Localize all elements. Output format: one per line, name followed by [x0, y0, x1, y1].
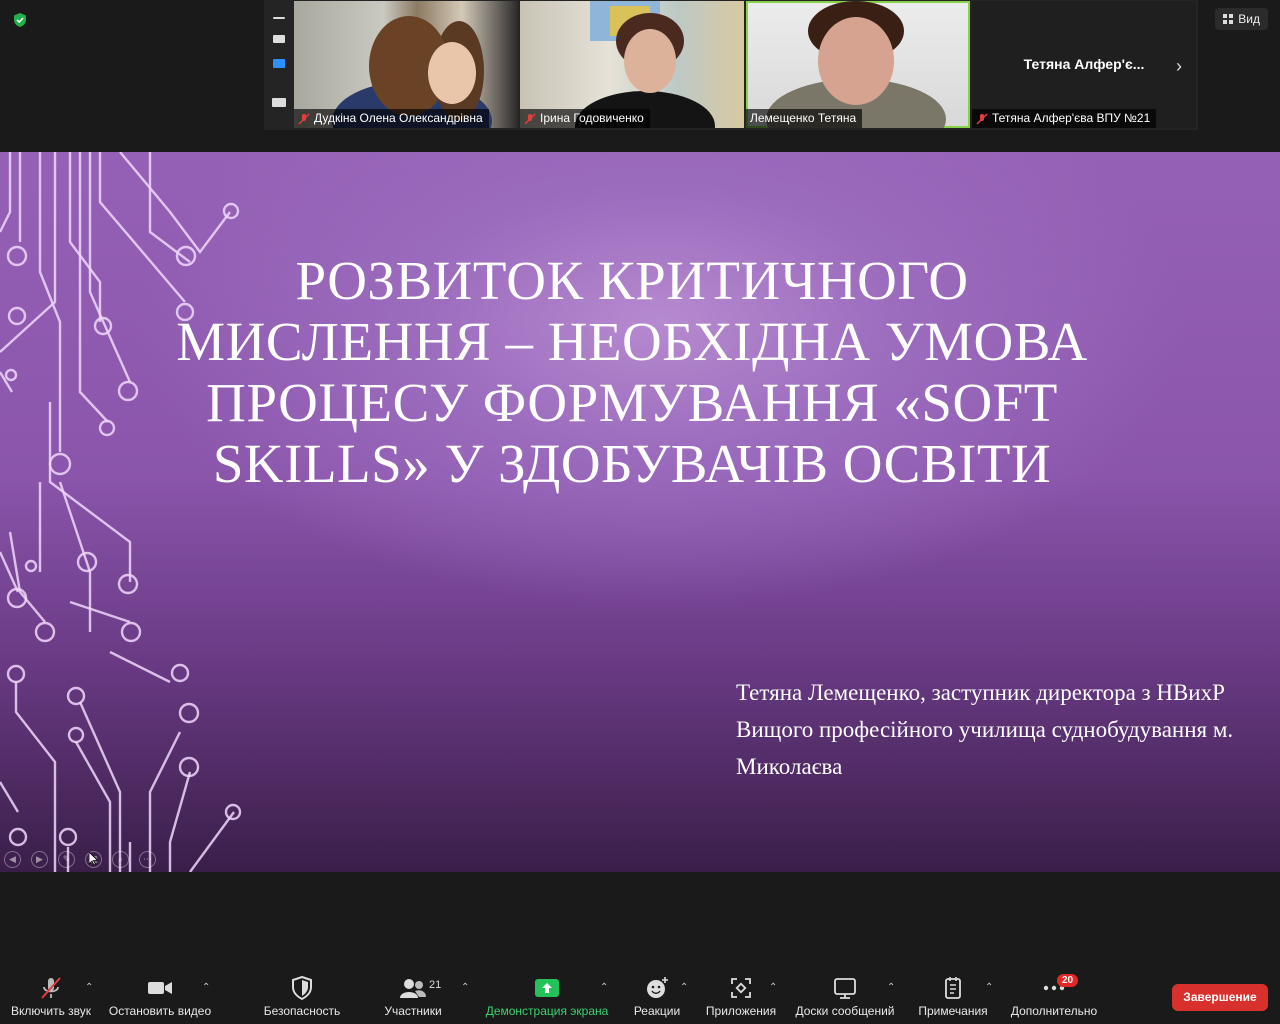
- mic-muted-icon: [41, 977, 61, 999]
- whiteboards-button[interactable]: Доски сообщений: [792, 968, 898, 1024]
- mic-muted-icon: [298, 112, 310, 125]
- mic-muted-icon: [976, 112, 988, 125]
- participant-name: Дудкіна Олена Олександрівна: [294, 109, 489, 128]
- strip-layout-icon[interactable]: [273, 59, 285, 68]
- slide-controls: ◀ ▶ ✎ ▦ ⌕ ⋯: [4, 851, 156, 868]
- participants-count: 21: [429, 979, 442, 991]
- participants-button[interactable]: Участники: [376, 968, 450, 1024]
- apps-button[interactable]: Приложения: [700, 968, 782, 1024]
- next-slide-icon[interactable]: ▶: [31, 851, 48, 868]
- mic-muted-icon: [524, 112, 536, 125]
- reactions-button[interactable]: Реакции: [628, 968, 686, 1024]
- share-options-caret[interactable]: ⌃: [600, 982, 608, 993]
- share-screen-button[interactable]: Демонстрация экрана: [482, 968, 612, 1024]
- video-tile-active-speaker[interactable]: Лемещенко Тетяна: [746, 1, 970, 128]
- whiteboards-options-caret[interactable]: ⌃: [887, 982, 895, 993]
- shield-icon: [292, 976, 312, 1000]
- participant-name: Лемещенко Тетяна: [746, 109, 863, 128]
- unmute-button[interactable]: Включить звук: [6, 968, 96, 1024]
- top-bar: Дудкіна Олена Олександрівна Ірина Годови…: [0, 0, 1280, 152]
- shared-screen-slide: Розвиток критичного мислення – необхідна…: [0, 152, 1280, 872]
- notes-button[interactable]: Примечания: [912, 968, 994, 1024]
- video-tile-no-video[interactable]: Тетяна Алфер'є... Тетяна Алфер'єва ВПУ №…: [972, 1, 1196, 128]
- chevron-right-icon[interactable]: ›: [1176, 56, 1182, 77]
- unmute-options-caret[interactable]: ⌃: [85, 982, 93, 993]
- security-shield-icon[interactable]: [12, 12, 28, 28]
- security-button[interactable]: Безопасность: [258, 968, 346, 1024]
- share-screen-icon: [535, 979, 559, 997]
- prev-slide-icon[interactable]: ◀: [4, 851, 21, 868]
- video-tile[interactable]: Дудкіна Олена Олександрівна: [294, 1, 518, 128]
- whiteboard-icon: [834, 978, 856, 999]
- slide-title: Розвиток критичного мислення – необхідна…: [176, 250, 1088, 494]
- more-options-icon[interactable]: ⋯: [139, 851, 156, 868]
- meeting-toolbar: Включить звук ⌃ Остановить видео ⌃ Безоп…: [0, 968, 1280, 1024]
- strip-tools: [270, 10, 288, 123]
- camera-icon: [148, 982, 172, 994]
- participant-name: Ірина Годовиченко: [520, 109, 650, 128]
- video-options-caret[interactable]: ⌃: [202, 982, 210, 993]
- reaction-icon: [647, 977, 668, 998]
- minimize-strip-icon[interactable]: [273, 17, 285, 19]
- apps-icon: [731, 978, 751, 998]
- mouse-cursor-icon: [89, 852, 99, 866]
- notes-options-caret[interactable]: ⌃: [985, 982, 993, 993]
- reactions-options-caret[interactable]: ⌃: [680, 982, 688, 993]
- zoom-icon[interactable]: ⌕: [112, 851, 129, 868]
- hide-video-icon[interactable]: [273, 35, 285, 43]
- end-meeting-button[interactable]: Завершение: [1172, 984, 1268, 1011]
- view-button[interactable]: Вид: [1215, 8, 1268, 30]
- more-notification-badge: 20: [1057, 974, 1079, 987]
- participants-options-caret[interactable]: ⌃: [461, 982, 469, 993]
- swap-layout-icon[interactable]: [272, 98, 286, 107]
- grid-icon: [1223, 14, 1234, 24]
- participant-display-name: Тетяна Алфер'є...: [1023, 56, 1145, 72]
- video-tile[interactable]: Ірина Годовиченко: [520, 1, 744, 128]
- slide-subtitle: Тетяна Лемещенко, заступник директора з …: [736, 680, 1234, 779]
- people-icon: [400, 979, 426, 998]
- participant-name: Тетяна Алфер'єва ВПУ №21: [972, 109, 1157, 128]
- apps-options-caret[interactable]: ⌃: [769, 982, 777, 993]
- more-button[interactable]: Дополнительно: [1006, 968, 1102, 1024]
- stop-video-button[interactable]: Остановить видео: [108, 968, 212, 1024]
- notes-icon: [945, 977, 961, 999]
- pen-icon[interactable]: ✎: [58, 851, 75, 868]
